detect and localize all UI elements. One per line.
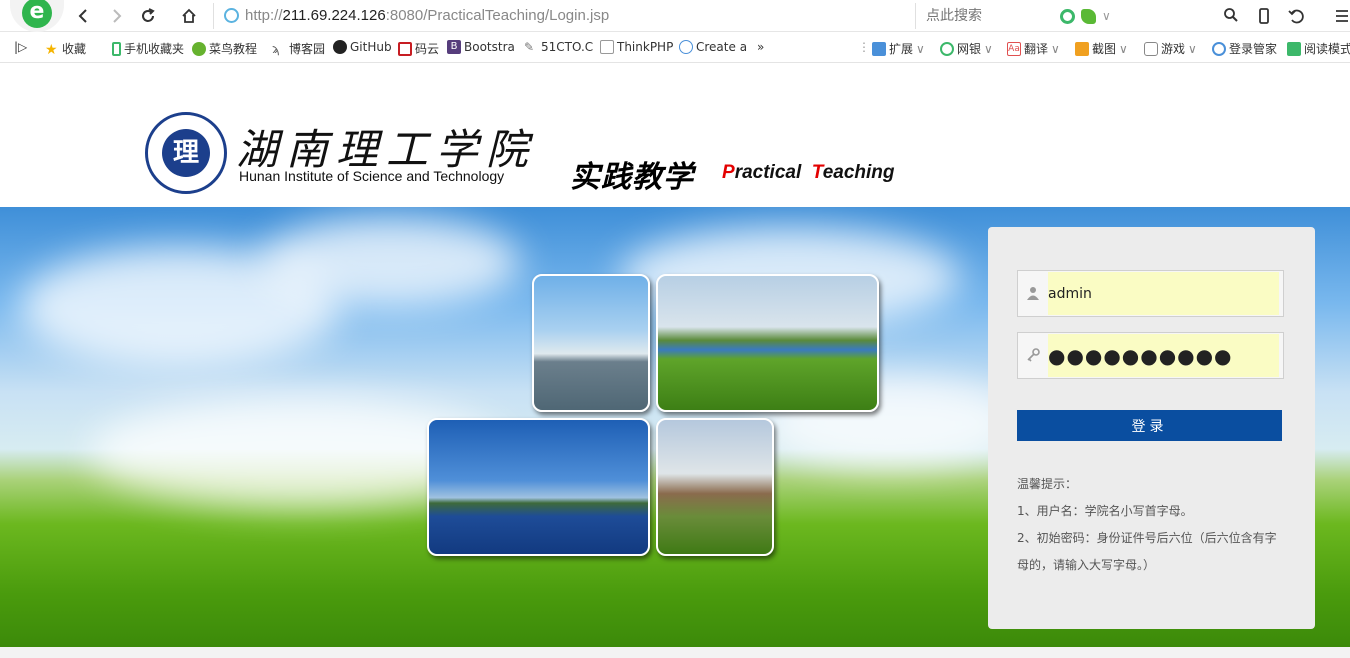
campus-photo-pavilion	[656, 418, 774, 556]
tips-title: 温馨提示：	[1017, 477, 1078, 491]
bookmark-thinkphp[interactable]: ThinkPHP	[600, 40, 673, 54]
browser-logo-icon[interactable]: e	[10, 0, 64, 32]
campus-photo-building	[532, 274, 650, 412]
extensions-menu[interactable]: 扩展 ∨	[872, 40, 925, 57]
home-icon[interactable]	[178, 5, 200, 27]
search-box[interactable]	[915, 3, 1245, 29]
bar-divider: ⋮	[858, 40, 870, 54]
bookmark-cnblogs[interactable]: ϡ 博客园	[272, 40, 325, 57]
bookmark-51cto[interactable]: ✎ 51CTO.C	[524, 40, 593, 54]
tips-password: 2、初始密码：身份证件号后六位（后六位含有字母的，请输入大写字母。）	[1017, 531, 1277, 572]
cnblogs-icon: ϡ	[272, 41, 280, 56]
reload-icon[interactable]	[137, 5, 159, 27]
bookmark-bootstrap[interactable]: B Bootstra	[447, 40, 515, 54]
book-icon	[1287, 41, 1301, 56]
login-manager[interactable]: 登录管家	[1212, 40, 1277, 57]
bookmark-runoob[interactable]: 菜鸟教程	[192, 40, 257, 57]
ebank-menu[interactable]: 网银 ∨	[940, 40, 993, 57]
search-icon[interactable]	[1223, 7, 1239, 23]
slogan-cn: 实践教学	[570, 160, 694, 195]
school-seal-logo: 理	[145, 112, 227, 194]
campus-photo-stadium	[656, 274, 879, 412]
browser-toolbar: e http://211.69.224.126:8080/PracticalTe…	[0, 0, 1350, 32]
login-button[interactable]: 登录	[1017, 410, 1282, 441]
bookmark-gitee[interactable]: 码云	[398, 40, 439, 57]
page-content: 理 湖南理工学院 Hunan Institute of Science and …	[0, 64, 1350, 658]
cloud-icon	[679, 40, 693, 54]
bookmarks-bar: |▷ ★ 收藏 手机收藏夹 菜鸟教程 ϡ 博客园 GitHub 码云 B Bootst…	[0, 33, 1350, 63]
bookmark-github[interactable]: GitHub	[333, 40, 392, 54]
page-footer-strip	[0, 647, 1350, 658]
extensions-icon	[872, 41, 886, 56]
menu-icon[interactable]	[1331, 5, 1350, 27]
scissors-icon	[1075, 41, 1089, 56]
page-security-icon	[224, 8, 239, 23]
password-input[interactable]	[1048, 334, 1279, 377]
cloud-shape	[260, 217, 520, 307]
bootstrap-icon: B	[447, 40, 461, 54]
school-name-en: Hunan Institute of Science and Technolog…	[239, 168, 505, 184]
login-tips: 温馨提示： 1、用户名：学院名小写首字母。 2、初始密码：身份证件号后六位（后六…	[1017, 471, 1287, 579]
translate-menu[interactable]: Aa 翻译 ∨	[1007, 40, 1060, 57]
gitee-icon	[398, 41, 412, 56]
tips-username: 1、用户名：学院名小写首字母。	[1017, 504, 1193, 518]
slogan-en: Practical Teaching	[722, 162, 895, 183]
link-icon: ✎	[524, 40, 535, 54]
site-header: 理 湖南理工学院 Hunan Institute of Science and …	[0, 64, 1350, 207]
username-field	[1017, 270, 1284, 317]
banner-background: 登录 温馨提示： 1、用户名：学院名小写首字母。 2、初始密码：身份证件号后六位…	[0, 207, 1350, 647]
password-field	[1017, 332, 1284, 379]
gamepad-icon	[1144, 41, 1158, 56]
phone-icon[interactable]	[1253, 5, 1275, 27]
bookmark-mobile[interactable]: 手机收藏夹	[112, 40, 184, 57]
bookmark-more[interactable]: »	[757, 40, 764, 54]
campus-photo-lake	[427, 418, 650, 556]
key-search-icon	[1212, 41, 1226, 56]
github-icon	[333, 40, 347, 54]
runoob-icon	[192, 41, 206, 56]
back-icon[interactable]	[73, 5, 95, 27]
undo-icon[interactable]	[1285, 5, 1307, 27]
key-icon	[1027, 348, 1040, 362]
star-icon: ★	[45, 41, 58, 58]
bookmark-create[interactable]: Create a	[679, 40, 747, 54]
sidebar-toggle-icon[interactable]: |▷	[14, 40, 27, 54]
page-icon	[600, 40, 614, 54]
user-icon	[1027, 287, 1039, 300]
reading-mode[interactable]: 阅读模式	[1287, 40, 1350, 57]
games-menu[interactable]: 游戏 ∨	[1144, 40, 1197, 57]
mobile-icon	[112, 41, 121, 56]
bookmark-favorites[interactable]: ★ 收藏	[45, 40, 86, 58]
address-url[interactable]: http://211.69.224.126:8080/PracticalTeac…	[245, 7, 609, 24]
login-panel: 登录 温馨提示： 1、用户名：学院名小写首字母。 2、初始密码：身份证件号后六位…	[988, 227, 1315, 629]
translate-icon: Aa	[1007, 41, 1021, 56]
username-input[interactable]	[1048, 272, 1279, 315]
address-bar[interactable]: http://211.69.224.126:8080/PracticalTeac…	[213, 3, 1111, 29]
search-input[interactable]	[926, 6, 1216, 26]
forward-icon[interactable]	[105, 5, 127, 27]
screenshot-menu[interactable]: 截图 ∨	[1075, 40, 1128, 57]
ebank-icon	[940, 41, 954, 56]
